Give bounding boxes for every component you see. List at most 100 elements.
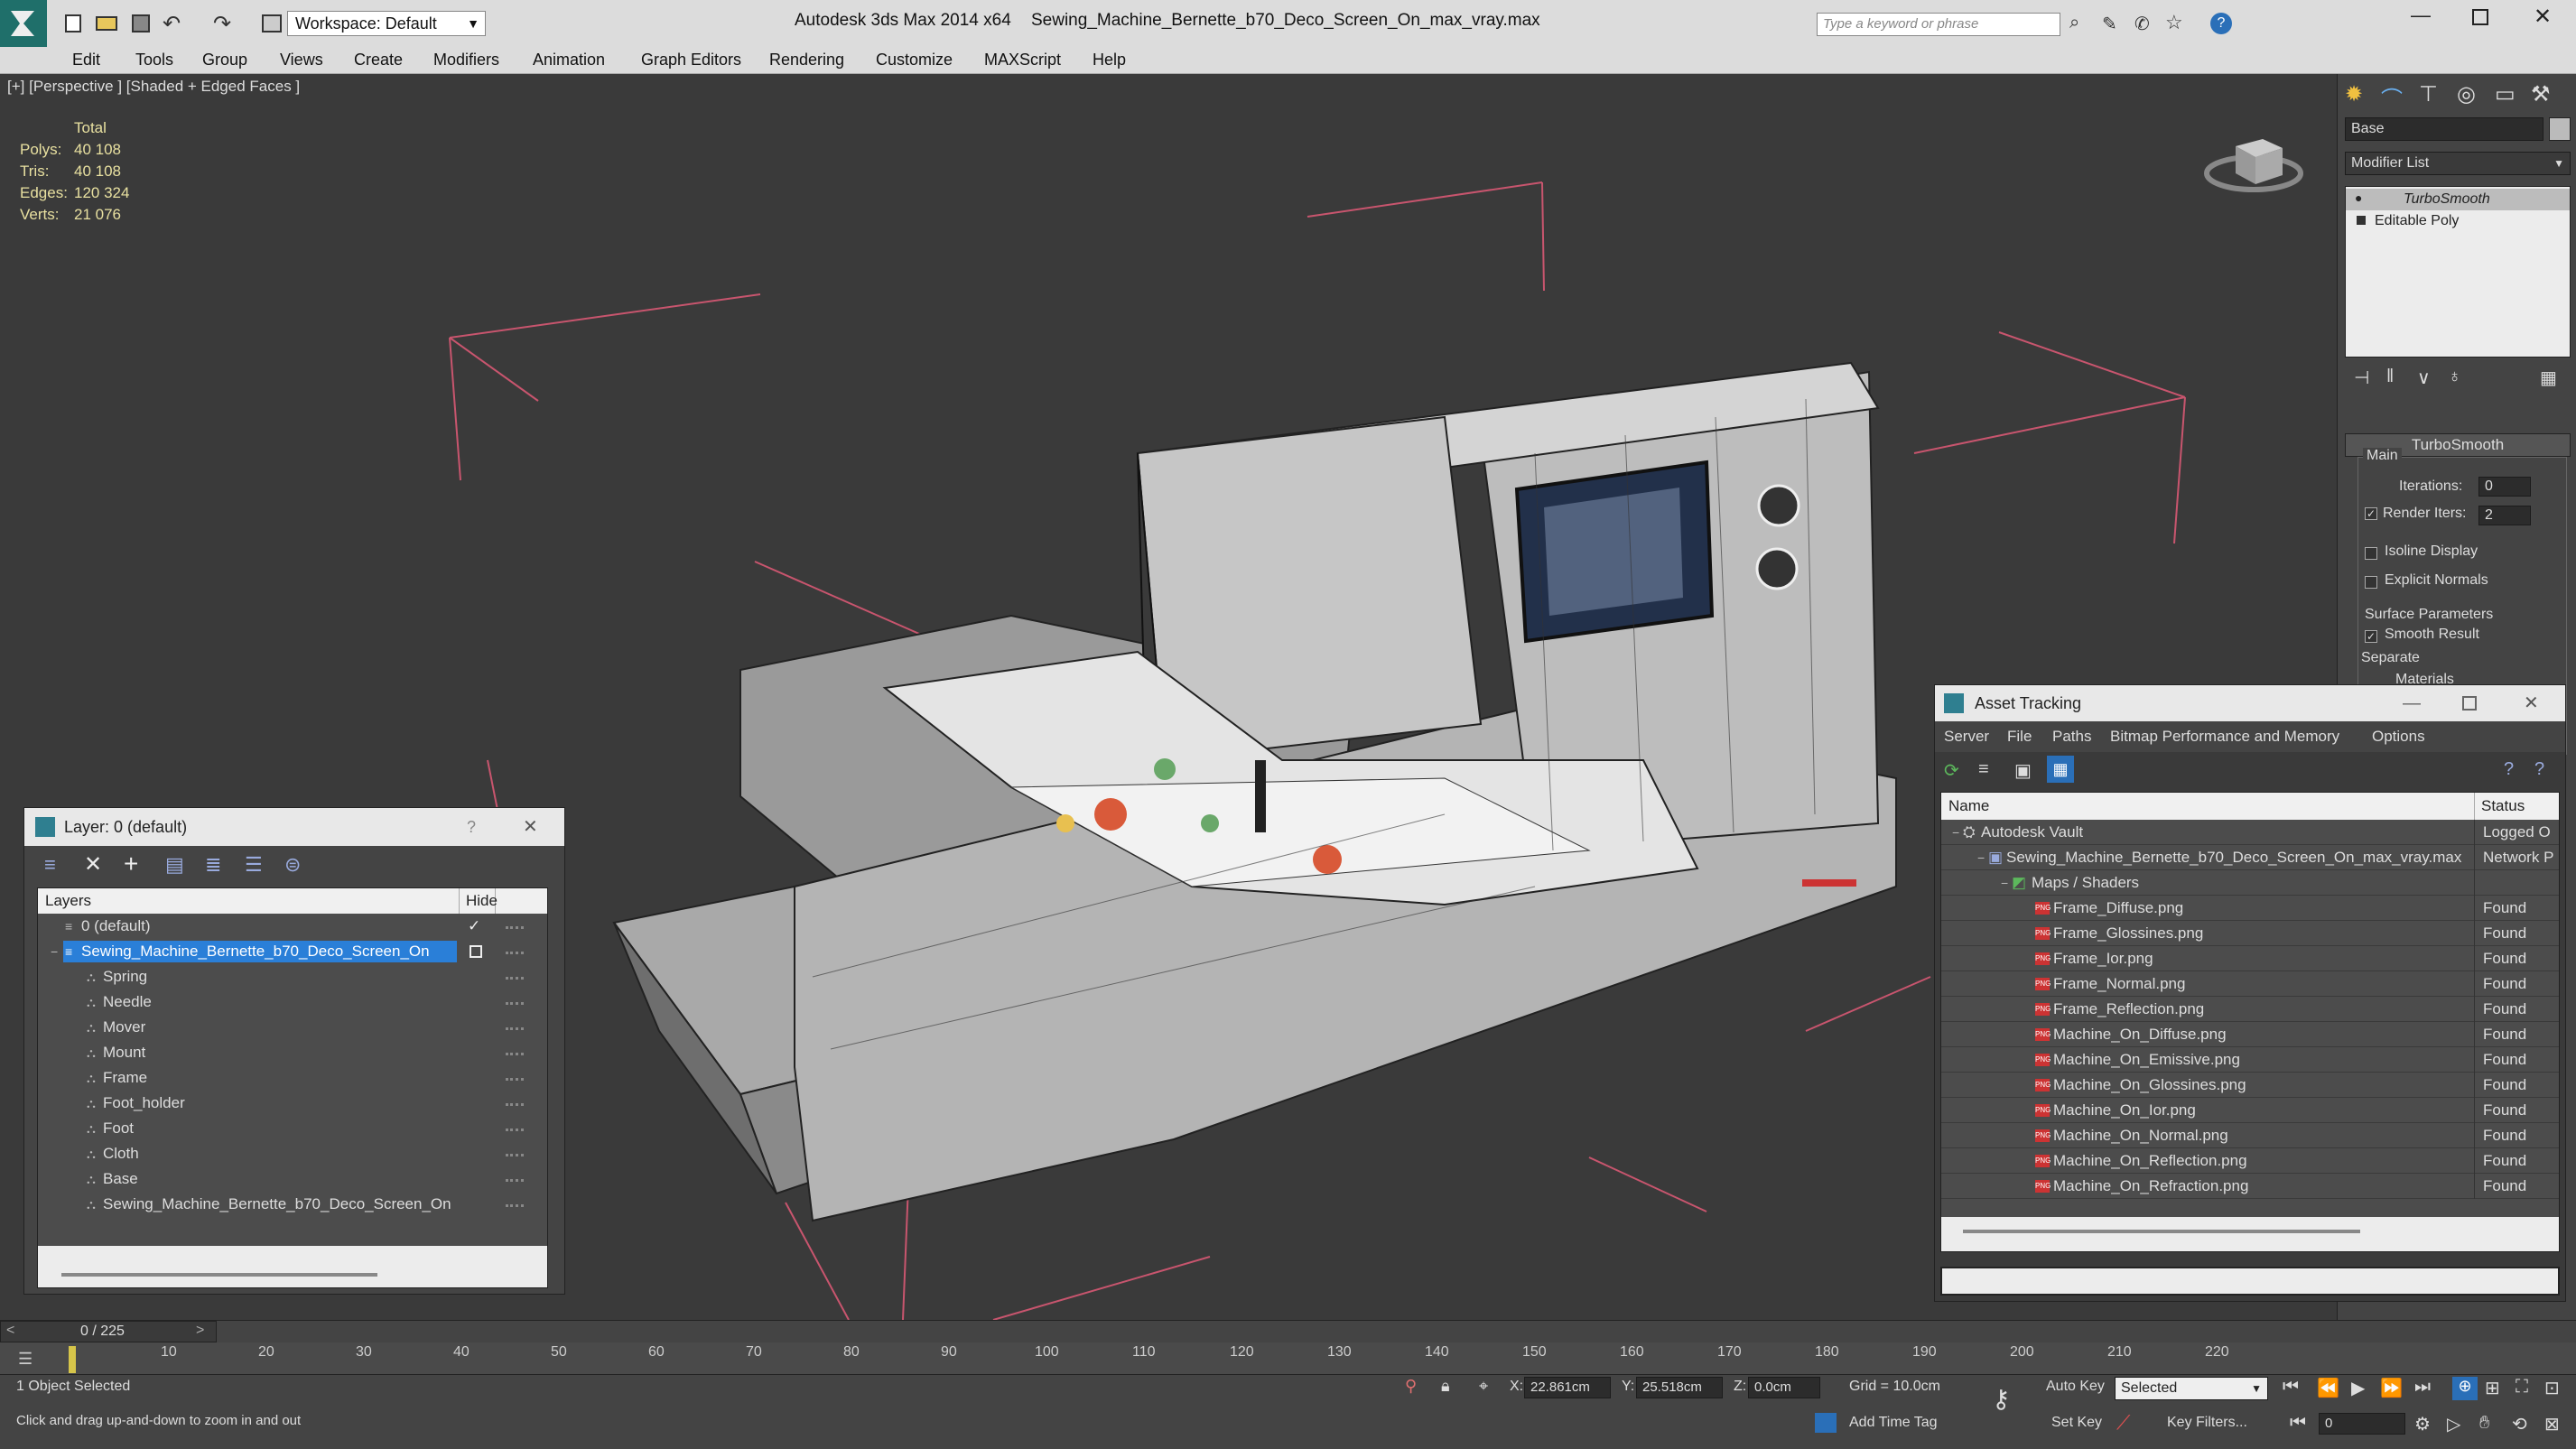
hierarchy-tab-icon[interactable]: ⊤ xyxy=(2419,81,2438,107)
layer-dialog-close-button[interactable]: ✕ xyxy=(523,808,538,846)
col-name[interactable]: Name xyxy=(1948,797,1989,815)
configure-sets-icon[interactable]: ▦ xyxy=(2540,367,2557,389)
go-to-start-icon[interactable]: ⏮ xyxy=(2283,1377,2299,1398)
maximize-button[interactable] xyxy=(2472,9,2488,25)
y-coordinate-field[interactable]: 25.518cm xyxy=(1636,1377,1723,1398)
asset-row[interactable]: PNG Machine_On_Refraction.png Found xyxy=(1941,1174,2559,1199)
asset-row[interactable]: PNG Machine_On_Ior.png Found xyxy=(1941,1098,2559,1123)
remove-modifier-icon[interactable]: ♁ xyxy=(2448,367,2461,387)
asset-menu-options[interactable]: Options xyxy=(2372,728,2425,746)
hide-toggle[interactable] xyxy=(506,1129,524,1132)
active-check-icon[interactable]: ✓ xyxy=(468,914,480,939)
asset-help2-icon[interactable]: ? xyxy=(2534,759,2544,780)
x-coordinate-field[interactable]: 22.861cm xyxy=(1524,1377,1611,1398)
previous-frame-icon[interactable]: ⏪ xyxy=(2317,1377,2339,1399)
new-layer-icon[interactable]: ≡ xyxy=(44,853,56,877)
hide-toggle[interactable] xyxy=(506,1002,524,1006)
z-coordinate-field[interactable]: 0.0cm xyxy=(1748,1377,1820,1398)
collapse-icon[interactable]: − xyxy=(2001,870,2008,896)
menu-rendering[interactable]: Rendering xyxy=(769,51,844,70)
tools-icon[interactable]: ✎ xyxy=(2102,13,2117,35)
utilities-tab-icon[interactable]: ⚒ xyxy=(2531,81,2551,107)
isolate-icon[interactable]: ⚲ xyxy=(1405,1377,1417,1396)
play-icon[interactable]: ▶ xyxy=(2351,1377,2365,1399)
asset-row[interactable]: PNG Frame_Normal.png Found xyxy=(1941,971,2559,997)
orbit-icon[interactable]: ⟲ xyxy=(2512,1413,2527,1435)
object-row[interactable]: ⛬ Foot xyxy=(38,1116,547,1141)
key-filters-button[interactable]: Key Filters... xyxy=(2167,1415,2247,1431)
object-row[interactable]: ⛬ Needle xyxy=(38,989,547,1015)
object-row[interactable]: ⛬ Cloth xyxy=(38,1141,547,1166)
asset-menu-bitmap[interactable]: Bitmap Performance and Memory xyxy=(2110,728,2339,746)
key-mode-icon[interactable]: ⏮ xyxy=(2290,1413,2306,1434)
auto-key-button[interactable]: Auto Key xyxy=(2046,1379,2105,1395)
highlight-layer-icon[interactable]: ☰ xyxy=(245,853,263,877)
hide-toggle[interactable] xyxy=(506,1204,524,1208)
time-tag-icon[interactable] xyxy=(1815,1413,1837,1433)
zoom-extents-icon[interactable]: ⛶ xyxy=(2516,1377,2528,1398)
time-config-icon[interactable]: ⚙ xyxy=(2414,1413,2431,1435)
isoline-checkbox[interactable] xyxy=(2365,547,2377,560)
set-key-button[interactable]: Set Key xyxy=(2051,1415,2102,1431)
menu-edit[interactable]: Edit xyxy=(72,51,100,70)
explicit-normals-checkbox[interactable] xyxy=(2365,576,2377,589)
new-file-icon[interactable] xyxy=(65,14,81,33)
asset-path-field[interactable] xyxy=(1940,1267,2560,1296)
hide-all-layers-icon[interactable]: ⊜ xyxy=(284,853,301,877)
col-status[interactable]: Status xyxy=(2481,797,2525,815)
asset-horizontal-scrollbar[interactable] xyxy=(1941,1217,2559,1251)
collapse-icon[interactable]: − xyxy=(1952,820,1959,845)
menu-help[interactable]: Help xyxy=(1093,51,1126,70)
scrollbar-thumb[interactable] xyxy=(61,1273,377,1277)
lock-selection-icon[interactable]: 🔒︎ xyxy=(1441,1377,1450,1396)
menu-tools[interactable]: Tools xyxy=(135,51,173,70)
redo-icon[interactable]: ↷ xyxy=(213,11,231,37)
list-view-icon[interactable]: ≡ xyxy=(1978,759,1989,780)
object-row[interactable]: ⛬ Frame xyxy=(38,1065,547,1091)
favorites-icon[interactable]: ☆ xyxy=(2165,11,2183,34)
col-hide[interactable]: Hide xyxy=(466,892,498,910)
asset-row[interactable]: PNG Frame_Glossines.png Found xyxy=(1941,921,2559,946)
make-unique-icon[interactable]: ∨ xyxy=(2417,367,2431,389)
refresh-icon[interactable]: ⟳ xyxy=(1944,759,1959,782)
hide-toggle[interactable] xyxy=(506,1078,524,1082)
hide-toggle[interactable] xyxy=(506,1053,524,1056)
select-in-layer-icon[interactable]: ▤ xyxy=(165,853,184,877)
stack-item-turbosmooth[interactable]: TurboSmooth xyxy=(2346,189,2570,210)
add-time-tag[interactable]: Add Time Tag xyxy=(1849,1415,1938,1431)
pin-stack-icon[interactable]: ⊣ xyxy=(2354,367,2369,389)
layer-row[interactable]: − ≡ Sewing_Machine_Bernette_b70_Deco_Scr… xyxy=(38,939,547,964)
asset-menu-file[interactable]: File xyxy=(2007,728,2032,746)
workspace-dropdown[interactable]: Workspace: Default ▼ xyxy=(287,11,486,36)
app-logo-icon[interactable] xyxy=(0,0,47,47)
undo-icon[interactable]: ↶ xyxy=(163,11,181,37)
hide-toggle[interactable] xyxy=(506,926,524,930)
object-row[interactable]: ⛬ Sewing_Machine_Bernette_b70_Deco_Scree… xyxy=(38,1192,547,1217)
hide-toggle[interactable] xyxy=(506,952,524,955)
track-bar-menu-icon[interactable]: ☰ xyxy=(18,1350,33,1369)
render-iters-checkbox[interactable]: ✓ xyxy=(2365,507,2377,520)
asset-menu-server[interactable]: Server xyxy=(1944,728,1989,746)
menu-views[interactable]: Views xyxy=(280,51,323,70)
communication-icon[interactable]: ✆ xyxy=(2134,13,2150,35)
open-file-icon[interactable] xyxy=(96,16,117,31)
zoom-all-icon[interactable]: ⊞ xyxy=(2485,1377,2500,1399)
lightbulb-icon[interactable]: ● xyxy=(2355,190,2362,205)
object-row[interactable]: ⛬ Mover xyxy=(38,1015,547,1040)
time-slider[interactable]: < 0 / 225 > xyxy=(0,1321,217,1342)
asset-row[interactable]: − ⛭ Autodesk Vault Logged O xyxy=(1941,820,2559,845)
object-color-swatch[interactable] xyxy=(2549,117,2571,141)
asset-menu-paths[interactable]: Paths xyxy=(2052,728,2091,746)
make-current-icon[interactable] xyxy=(470,945,482,958)
asset-help-icon[interactable]: ? xyxy=(2504,759,2514,780)
object-row[interactable]: ⛬ Base xyxy=(38,1166,547,1192)
pan-icon[interactable]: ✋︎ xyxy=(2479,1413,2489,1434)
zoom-icon[interactable]: ⊕ xyxy=(2452,1377,2478,1400)
asset-row[interactable]: PNG Machine_On_Glossines.png Found xyxy=(1941,1073,2559,1098)
select-layer-icon[interactable]: ≣ xyxy=(205,853,221,877)
collapse-icon[interactable]: − xyxy=(1977,845,1985,870)
save-icon[interactable] xyxy=(132,14,150,33)
show-end-result-icon[interactable]: ‖ xyxy=(2386,367,2394,387)
close-button[interactable]: ✕ xyxy=(2534,4,2552,30)
menu-maxscript[interactable]: MAXScript xyxy=(984,51,1061,70)
